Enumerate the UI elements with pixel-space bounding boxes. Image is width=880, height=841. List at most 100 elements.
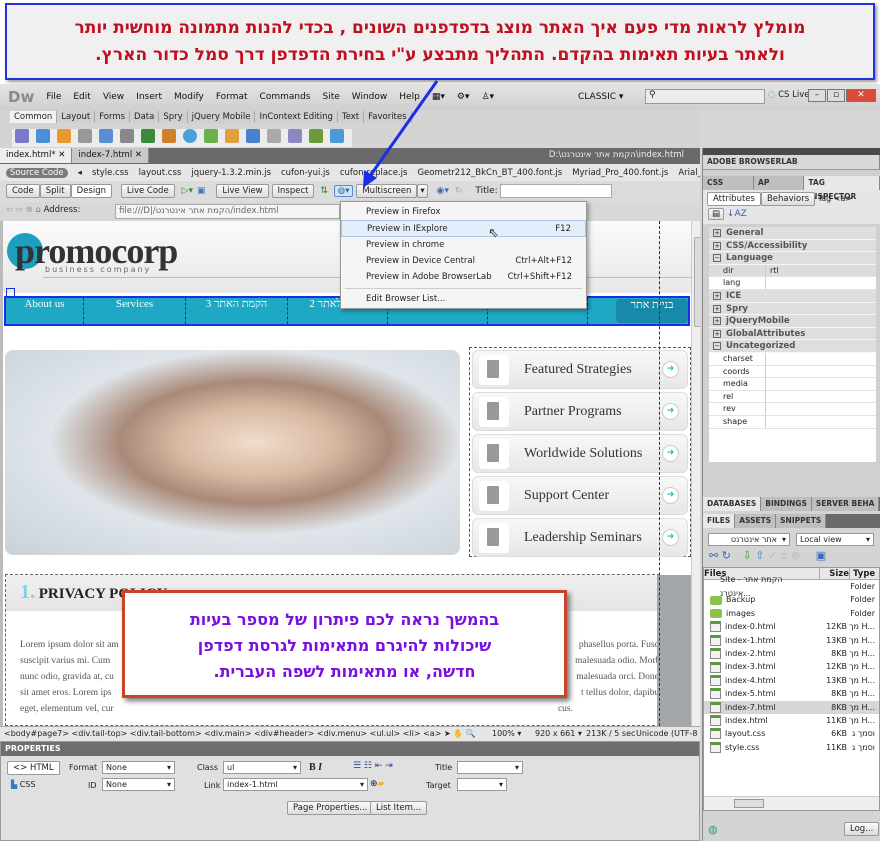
doc-tab-index-7[interactable]: index-7.html ✕ (72, 148, 150, 163)
related-file[interactable]: cufon-yui.js (281, 168, 330, 178)
file-row[interactable]: index-3.html 12KB מך H... (704, 660, 879, 673)
id-select[interactable]: None (102, 778, 175, 791)
menu-format[interactable]: Format (216, 92, 248, 102)
tag-selector[interactable]: <body#page7> <div.tail-top> <div.tail-bo… (4, 729, 441, 738)
tag-chooser-icon[interactable] (330, 129, 344, 143)
preview-iexplore[interactable]: Preview in IExplore F12 (341, 220, 586, 237)
menu-window[interactable]: Window (352, 92, 388, 102)
view-select[interactable]: Local view (796, 533, 874, 546)
attribute-row[interactable]: coords (709, 365, 876, 379)
title-input[interactable] (500, 184, 612, 198)
menu-file[interactable]: File (46, 92, 61, 102)
preview-device-central[interactable]: Preview in Device Central Ctrl+Alt+F12 (341, 253, 586, 269)
point-to-file-icon[interactable]: ⊕▰ (370, 779, 384, 789)
split-view-button[interactable]: Split (39, 184, 71, 198)
feature-leadership-seminars[interactable]: Leadership Seminars ➜ (472, 518, 688, 557)
media-icon[interactable] (162, 129, 176, 143)
file-row[interactable]: index-7.html 8KB מך H... (704, 700, 879, 714)
tab-files[interactable]: FILES (703, 514, 736, 528)
multiscreen-button[interactable]: Multiscreen (356, 184, 418, 198)
expand-icon[interactable]: ▣ (816, 549, 826, 562)
layout-icon[interactable]: ▦▾ (432, 92, 445, 102)
restore-button[interactable]: ▫ (827, 89, 845, 102)
expand-icon[interactable]: + (713, 304, 721, 313)
insert-tab-jquery-mobile[interactable]: jQuery Mobile (187, 111, 256, 123)
behaviors-tab[interactable]: Behaviors (760, 192, 816, 206)
tab-bindings[interactable]: BINDINGS (761, 497, 812, 511)
related-file[interactable]: Geometr212_BkCn_BT_400.font.js (417, 168, 562, 178)
attribute-value[interactable] (766, 378, 770, 390)
menu-edit[interactable]: Edit (73, 92, 90, 102)
related-file[interactable]: Arial_Narro (678, 168, 700, 178)
title-field[interactable] (457, 761, 523, 774)
preview-chrome[interactable]: Preview in chrome (341, 237, 586, 253)
source-code-button[interactable]: Source Code (6, 167, 68, 178)
attribute-row[interactable]: rev (709, 403, 876, 416)
nav-services[interactable]: Services (84, 298, 186, 324)
checkin-icon[interactable]: ⌂ (781, 549, 788, 562)
insert-tab-incontext[interactable]: InContext Editing (255, 111, 338, 123)
page-properties-button[interactable]: Page Properties... (287, 801, 374, 815)
menu-help[interactable]: Help (399, 92, 420, 102)
files-hscrollbar[interactable] (704, 796, 879, 810)
workspace-switcher[interactable]: CLASSIC ▾ (578, 92, 623, 102)
window-size[interactable]: 920 x 661 ▾ (535, 727, 582, 741)
image-icon[interactable] (141, 129, 155, 143)
design-view-button[interactable]: Design (70, 184, 112, 198)
log-button[interactable]: Log... (844, 822, 880, 836)
checkout-icon[interactable]: ✓ (768, 549, 777, 562)
category-globalattributes[interactable]: + GlobalAttributes (709, 327, 876, 341)
file-management-icon[interactable]: ⇅ (320, 186, 328, 196)
expand-icon[interactable]: + (713, 317, 721, 326)
panel-collapse-bar[interactable] (703, 148, 880, 155)
attribute-row[interactable]: dir rtl (709, 264, 876, 278)
file-row[interactable]: index-4.html 13KB מך H... (704, 674, 879, 687)
nav-build-site[interactable]: בניית אתר (616, 299, 688, 323)
insert-tab-common[interactable]: Common (10, 111, 58, 123)
attribute-value[interactable] (766, 416, 770, 428)
zoom-select[interactable]: 100% ▾ (492, 727, 521, 741)
link-input[interactable]: index-1.html (223, 778, 368, 791)
file-row[interactable]: index.html 11KB מך H... (704, 714, 879, 727)
tab-assets[interactable]: ASSETS (735, 514, 777, 528)
nav-item-3[interactable]: 3 הקמת האתר (186, 298, 288, 324)
cs-live[interactable]: ◌ CS Live (768, 90, 810, 100)
tab-css-styles[interactable]: CSS STYLI (703, 176, 755, 201)
collapse-icon[interactable]: − (713, 254, 721, 263)
file-row[interactable]: Site - הקמת אתר אינטרנ... Folder (704, 575, 879, 597)
category-view-icon[interactable]: ▤ (708, 208, 725, 220)
site-icon[interactable]: ♙▾ (481, 92, 494, 102)
related-file[interactable]: style.css (92, 168, 129, 178)
category-general[interactable]: + General (709, 227, 876, 240)
attribute-row[interactable]: charset (709, 352, 876, 366)
tab-ap-elements[interactable]: AP ELEME (754, 176, 805, 201)
collapse-icon[interactable]: − (713, 342, 721, 351)
tab-databases[interactable]: DATABASES (703, 497, 762, 511)
scroll-thumb[interactable] (694, 237, 700, 327)
table-icon[interactable] (99, 129, 113, 143)
attribute-value[interactable] (766, 277, 770, 289)
file-row[interactable]: Backup Folder (704, 593, 879, 606)
attribute-value[interactable] (766, 403, 770, 415)
gear-icon[interactable]: ⚙▾ (457, 92, 470, 102)
attribute-value[interactable] (766, 366, 770, 378)
category-ice[interactable]: + ICE (709, 289, 876, 303)
attribute-row[interactable]: media (709, 378, 876, 391)
insert-tab-forms[interactable]: Forms (95, 111, 131, 123)
attributes-tab[interactable]: Attributes (707, 192, 761, 206)
hyperlink-icon[interactable] (15, 129, 29, 143)
attribute-row[interactable]: shape (709, 415, 876, 429)
category-css-accessibility[interactable]: + CSS/Accessibility (709, 239, 876, 253)
templates-icon[interactable] (309, 129, 323, 143)
tab-server-behaviors[interactable]: SERVER BEHA (811, 497, 880, 511)
widget-icon[interactable] (183, 129, 197, 143)
attribute-value[interactable] (766, 391, 770, 403)
file-row[interactable]: index-1.html 13KB מך H... (704, 634, 879, 647)
menu-commands[interactable]: Commands (260, 92, 311, 102)
file-row[interactable]: style.css 11KB וסמך ג (704, 741, 879, 754)
file-row[interactable]: index-5.html 8KB מך H... (704, 687, 879, 700)
insert-tab-spry[interactable]: Spry (159, 111, 188, 123)
insert-tab-text[interactable]: Text (337, 111, 365, 123)
get-icon[interactable]: ⇩ (742, 549, 751, 562)
feature-featured-strategies[interactable]: Featured Strategies ➜ (472, 350, 688, 389)
